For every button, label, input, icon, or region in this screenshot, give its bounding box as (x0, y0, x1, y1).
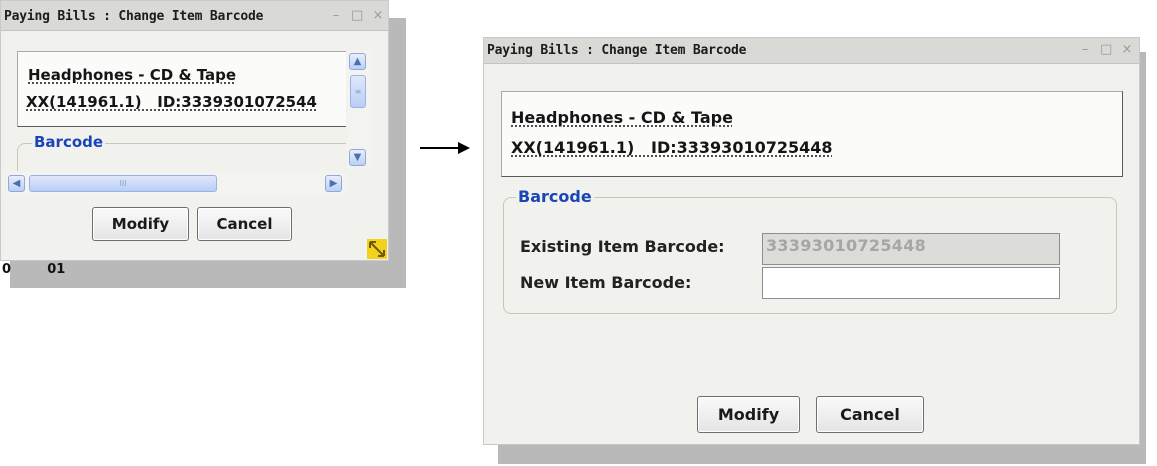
left-item-id: XX(141961.1) ID:3339301072544 (26, 93, 317, 111)
right-cancel-button[interactable]: Cancel (816, 396, 924, 433)
left-window-title: Paying Bills : Change Item Barcode (4, 9, 264, 24)
left-item-info-box: Headphones - CD & Tape XX(141961.1) ID:3… (17, 51, 346, 127)
existing-barcode-field: 33393010725448 (762, 233, 1060, 265)
left-cancel-button[interactable]: Cancel (197, 207, 292, 241)
left-item-name: Headphones - CD & Tape (28, 66, 237, 84)
right-modify-button[interactable]: Modify (697, 396, 800, 433)
scroll-right-icon[interactable]: ▶ (325, 175, 342, 192)
right-item-info-box: Headphones - CD & Tape XX(141961.1) ID:3… (501, 91, 1123, 177)
left-barcode-group: Barcode (17, 133, 346, 171)
maximize-icon[interactable]: □ (1100, 42, 1112, 58)
scroll-left-icon[interactable]: ◀ (8, 175, 25, 192)
right-title-bar[interactable]: Paying Bills : Change Item Barcode – □ × (484, 38, 1139, 64)
right-window-controls: – □ × (1079, 42, 1133, 58)
scroll-up-icon[interactable]: ▲ (349, 53, 366, 70)
transition-arrow-icon (420, 142, 470, 154)
right-item-id: XX(141961.1) ID:33393010725448 (511, 138, 833, 157)
left-content-viewport: Headphones - CD & Tape XX(141961.1) ID:3… (1, 33, 346, 171)
maximize-icon[interactable]: □ (351, 8, 363, 24)
new-barcode-label: New Item Barcode: (520, 273, 692, 292)
right-barcode-legend: Barcode (516, 187, 594, 206)
left-horizontal-scroll-thumb[interactable]: III (29, 175, 217, 192)
existing-barcode-label: Existing Item Barcode: (520, 237, 725, 256)
left-vertical-scroll-thumb[interactable]: ≡ (350, 75, 366, 108)
left-title-bar[interactable]: Paying Bills : Change Item Barcode – □ × (1, 1, 388, 31)
right-item-name: Headphones - CD & Tape (511, 108, 733, 127)
minimize-icon[interactable]: – (1079, 42, 1091, 58)
right-window-title: Paying Bills : Change Item Barcode (487, 43, 747, 58)
right-dialog-window: Paying Bills : Change Item Barcode – □ ×… (483, 37, 1140, 445)
left-window-controls: – □ × (330, 8, 384, 24)
close-icon[interactable]: × (1121, 42, 1133, 58)
left-dialog-window: Paying Bills : Change Item Barcode – □ ×… (0, 0, 389, 261)
background-text-fragment: 0 01 (2, 262, 66, 277)
new-barcode-input[interactable] (762, 267, 1060, 299)
left-modify-button[interactable]: Modify (92, 207, 189, 241)
minimize-icon[interactable]: – (330, 8, 342, 24)
scroll-down-icon[interactable]: ▼ (349, 149, 366, 166)
close-icon[interactable]: × (372, 8, 384, 24)
resize-grip-icon[interactable] (365, 237, 389, 261)
left-barcode-legend: Barcode (32, 133, 106, 151)
